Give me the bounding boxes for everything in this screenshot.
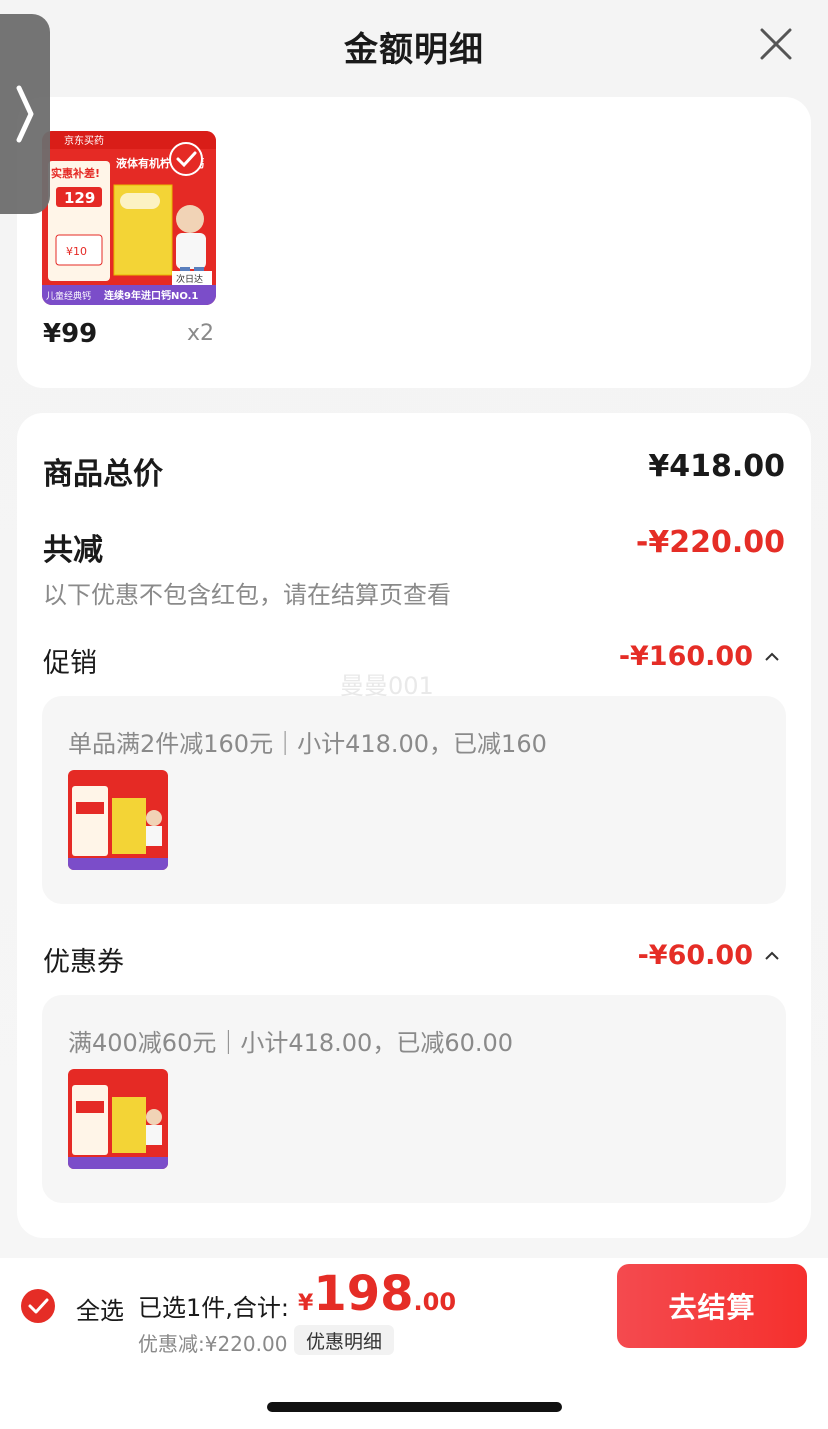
discount-detail-button[interactable]: 优惠明细 (294, 1325, 395, 1355)
product-price: ¥99 (43, 319, 98, 349)
coupon-value: -¥60.00 (637, 940, 753, 971)
svg-text:儿童经典钙: 儿童经典钙 (46, 290, 91, 302)
coupon-detail: 满400减60元｜小计418.00，已减60.00 (68, 1029, 514, 1057)
amount-detail-sheet: 金额明细 京东买药 实惠补差! 129 ¥10 液体有机柠檬酸钙 次日达 儿童经… (0, 0, 828, 1429)
promotion-label: 促销 (43, 648, 97, 679)
promotion-value: -¥160.00 (618, 641, 753, 672)
svg-text:次日达: 次日达 (176, 273, 203, 285)
checkout-bar: 全选 已选1件,合计: ¥ 198 .00 优惠减:¥220.00 优惠明细 去… (0, 1258, 828, 1356)
total-discount-label: 共减 (43, 533, 103, 568)
discount-summary: 优惠减:¥220.00 (138, 1332, 288, 1356)
discount-note: 以下优惠不包含红包，请在结算页查看 (43, 581, 451, 609)
svg-text:京东买药: 京东买药 (64, 134, 104, 147)
product-quantity: x2 (187, 321, 215, 346)
amount-breakdown-card: 商品总价 ¥418.00 共减 -¥220.00 以下优惠不包含红包，请在结算页… (17, 413, 811, 1238)
coupon-toggle[interactable]: -¥60.00 (638, 940, 781, 971)
promotion-toggle[interactable]: -¥160.00 (619, 641, 781, 672)
total-price-label: 商品总价 (43, 457, 163, 492)
amount-decimal: .00 (413, 1288, 457, 1316)
check-circle-icon[interactable] (20, 1288, 56, 1324)
svg-text:129: 129 (64, 189, 95, 207)
checkout-button[interactable]: 去结算 (617, 1264, 807, 1348)
total-amount: ¥ 198 .00 (298, 1266, 456, 1322)
watermark: 曼曼001 (340, 672, 434, 700)
promotion-product-thumb (68, 770, 168, 870)
total-discount-value: -¥220.00 (635, 525, 785, 560)
chevron-right-icon (16, 85, 34, 143)
coupon-product-thumb (68, 1069, 168, 1169)
chevron-up-icon (765, 951, 779, 960)
svg-text:连续9年进口钙NO.1: 连续9年进口钙NO.1 (104, 289, 198, 302)
promotion-detail-box: 单品满2件减160元｜小计418.00，已减160 (42, 696, 786, 904)
amount-integer: 198 (313, 1266, 414, 1322)
coupon-detail-box: 满400减60元｜小计418.00，已减60.00 (42, 995, 786, 1203)
selected-summary: 已选1件,合计: (138, 1294, 289, 1322)
svg-text:实惠补差!: 实惠补差! (51, 166, 100, 180)
coupon-label: 优惠券 (43, 947, 124, 978)
currency-symbol: ¥ (298, 1291, 314, 1316)
close-icon[interactable] (756, 24, 796, 64)
home-indicator-area (0, 1356, 828, 1429)
product-image[interactable]: 京东买药 实惠补差! 129 ¥10 液体有机柠檬酸钙 次日达 儿童经典钙 连续… (42, 131, 216, 305)
product-card: 京东买药 实惠补差! 129 ¥10 液体有机柠檬酸钙 次日达 儿童经典钙 连续… (17, 97, 811, 388)
side-collapse-tab[interactable] (0, 14, 50, 214)
page-title: 金额明细 (344, 30, 484, 70)
select-all-label[interactable]: 全选 (76, 1291, 124, 1326)
chevron-up-icon (765, 652, 779, 661)
total-price-value: ¥418.00 (648, 449, 785, 484)
svg-text:¥10: ¥10 (66, 245, 87, 258)
home-indicator[interactable] (267, 1402, 562, 1412)
promotion-detail: 单品满2件减160元｜小计418.00，已减160 (68, 730, 547, 758)
